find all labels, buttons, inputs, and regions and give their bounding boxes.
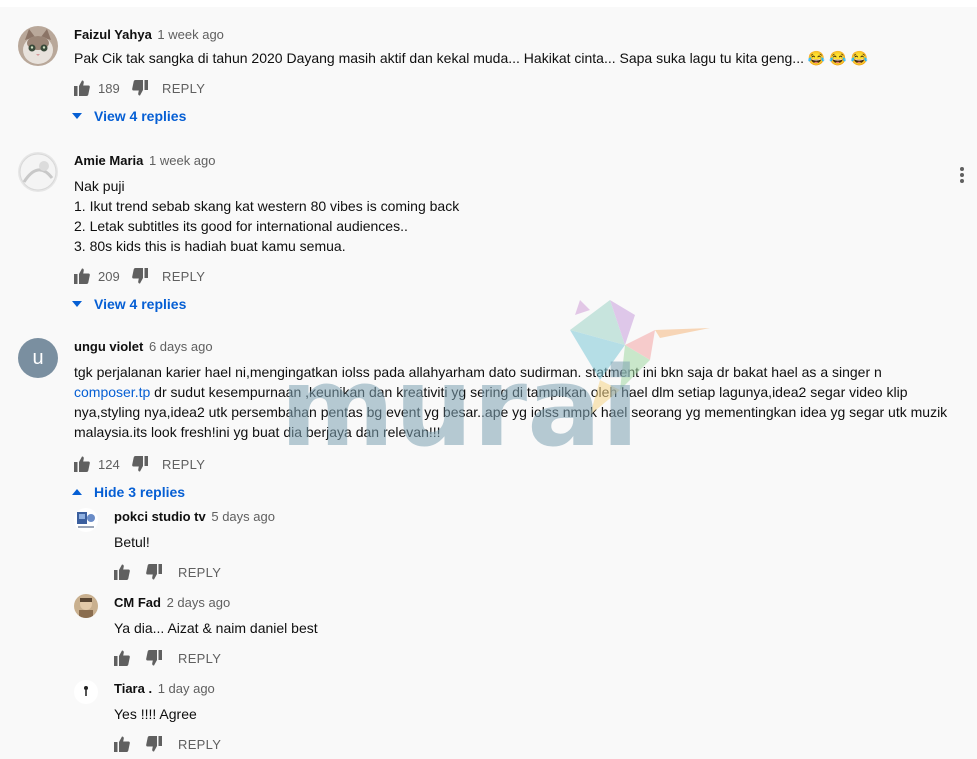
view-replies-button[interactable]: View 4 replies [72,106,968,126]
reply-button[interactable]: REPLY [178,651,221,666]
reply-time[interactable]: 2 days ago [167,595,231,610]
comment-text-line: malaysia.its look fresh!ini yg buat dia … [74,424,441,440]
comment-actions: 189 REPLY [74,78,968,98]
hide-replies-label: Hide 3 replies [94,484,186,500]
top-divider [0,0,977,7]
chevron-down-icon [72,301,82,307]
reply-header: pokci studio tv 5 days ago [114,508,954,526]
comment-header: ungu violet 6 days ago [74,338,968,356]
comment-text: tgk perjalanan karier hael ni,mengingatk… [74,362,968,442]
comment-body: ungu violet 6 days ago tgk perjalanan ka… [72,338,968,502]
like-count: 189 [98,80,120,96]
reply-header: CM Fad 2 days ago [114,594,954,612]
reply-text: Ya dia... Aizat & naim daniel best [114,620,318,636]
reply-text: Yes !!!! Agree [114,706,197,722]
comment-text-line: tgk perjalanan karier hael ni,mengingatk… [74,364,882,380]
cat-avatar-icon[interactable] [18,26,58,66]
hide-replies-button[interactable]: Hide 3 replies [72,482,968,502]
reply-body: pokci studio tv 5 days ago Betul! REPLY [114,508,954,582]
reply-actions: REPLY [114,648,954,668]
comment-text-line: composer.tp dr sudut kesempurnaan ,keuni… [74,382,968,402]
avatar-letter: u [32,346,44,369]
comment-text-line: 2. Letak subtitles its good for internat… [74,218,408,234]
chevron-down-icon [72,113,82,119]
comment-text-line: Nak puji [74,178,125,194]
photo-avatar-icon[interactable] [74,680,98,704]
reply-time[interactable]: 1 day ago [158,681,215,696]
comment-time[interactable]: 6 days ago [149,339,213,354]
comment-header: Faizul Yahya 1 week ago [74,26,968,44]
view-replies-button[interactable]: View 4 replies [72,294,968,314]
comment-author[interactable]: Faizul Yahya [74,27,152,42]
comment-header: Amie Maria 1 week ago [74,152,968,170]
comment-actions: 209 REPLY [74,266,968,286]
like-count: 124 [98,456,120,472]
reply-body: Tiara . 1 day ago Yes !!!! Agree REPLY [114,680,954,754]
comment-time[interactable]: 1 week ago [157,27,224,42]
reply-button[interactable]: REPLY [162,81,205,96]
dislike-icon[interactable] [132,268,148,284]
comment-author[interactable]: Amie Maria [74,153,143,168]
dislike-icon[interactable] [146,564,162,580]
studio-avatar-icon[interactable] [74,508,98,532]
more-actions-icon[interactable] [959,166,965,184]
comment-text-line: nya,styling nya,idea2 utk persembahan pe… [74,404,948,420]
reply-time[interactable]: 5 days ago [211,509,275,524]
reply-header: Tiara . 1 day ago [114,680,954,698]
comment-link[interactable]: composer.tp [74,384,150,400]
reply-text: Betul! [114,534,150,550]
reply-author[interactable]: Tiara . [114,681,152,696]
dislike-icon[interactable] [146,736,162,752]
reply-button[interactable]: REPLY [162,457,205,472]
view-replies-label: View 4 replies [94,296,187,312]
comment-body: Amie Maria 1 week ago Nak puji 1. Ikut t… [72,152,968,314]
like-icon[interactable] [114,650,130,666]
comment-text: Nak puji 1. Ikut trend sebab skang kat w… [74,176,968,256]
reply-actions: REPLY [114,734,954,754]
comment-actions: 124 REPLY [74,454,968,474]
comment-author[interactable]: ungu violet [74,339,143,354]
reply-button[interactable]: REPLY [162,269,205,284]
reply-actions: REPLY [114,562,954,582]
photo-avatar-icon[interactable] [74,594,98,618]
reply-author[interactable]: CM Fad [114,595,161,610]
reply-button[interactable]: REPLY [178,565,221,580]
like-icon[interactable] [74,268,90,284]
comment-text-fragment: dr sudut kesempurnaan ,keunikan dan krea… [150,384,908,400]
comment-text-line: 3. 80s kids this is hadiah buat kamu sem… [74,238,346,254]
reply-body: CM Fad 2 days ago Ya dia... Aizat & naim… [114,594,954,668]
dislike-icon[interactable] [146,650,162,666]
photo-avatar-icon[interactable] [18,152,58,192]
dislike-icon[interactable] [132,80,148,96]
like-icon[interactable] [74,80,90,96]
comments-page: Faizul Yahya 1 week ago Pak Cik tak sang… [0,0,977,759]
reply-author[interactable]: pokci studio tv [114,509,206,524]
like-icon[interactable] [114,736,130,752]
like-count: 209 [98,268,120,284]
comment-text: Pak Cik tak sangka di tahun 2020 Dayang … [74,48,968,68]
comment-time[interactable]: 1 week ago [149,153,216,168]
like-icon[interactable] [114,564,130,580]
dislike-icon[interactable] [132,456,148,472]
like-icon[interactable] [74,456,90,472]
view-replies-label: View 4 replies [94,108,187,124]
comment-body: Faizul Yahya 1 week ago Pak Cik tak sang… [72,26,968,126]
comment-text-line: Pak Cik tak sangka di tahun 2020 Dayang … [74,50,868,66]
reply-button[interactable]: REPLY [178,737,221,752]
comment-text-line: 1. Ikut trend sebab skang kat western 80… [74,198,460,214]
letter-avatar-icon[interactable]: u [18,338,58,378]
chevron-up-icon [72,489,82,495]
